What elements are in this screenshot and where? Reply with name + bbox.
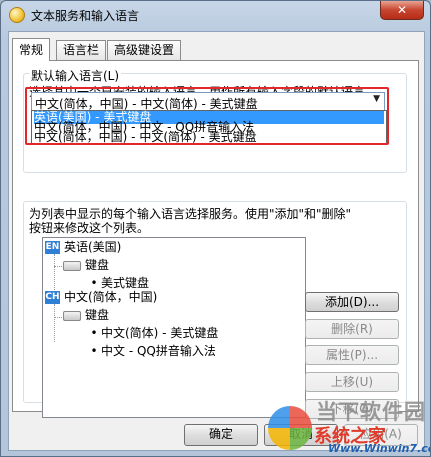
ch-badge-icon: CH — [45, 291, 60, 304]
close-button[interactable]: ✕ — [380, 1, 424, 20]
tab-advanced-key-settings[interactable]: 高级键设置 — [107, 40, 182, 60]
app-icon — [9, 7, 25, 23]
installed-services-tree[interactable]: EN 英语(美国) 键盘 • 美式键盘 CH 中文(简体，中国) 键盘 • 中文(简体)… — [42, 237, 306, 418]
tree-label: 中文 - QQ拼音输入法 — [101, 344, 216, 358]
properties-button[interactable]: 属性(P)... — [305, 345, 399, 365]
keyboard-icon — [63, 310, 81, 321]
tree-node-chinese-us-keyboard[interactable]: • 中文(简体) - 美式键盘 — [87, 324, 218, 342]
window-title: 文本服务和输入语言 — [31, 9, 140, 23]
description-line-1: 为列表中显示的每个输入语言选择服务。使用"添加"和"删除" — [29, 207, 352, 221]
tree-node-keyboard-1[interactable]: 键盘 — [63, 256, 109, 274]
en-badge-icon: EN — [45, 241, 60, 254]
tree-node-qq-pinyin[interactable]: • 中文 - QQ拼音输入法 — [87, 342, 216, 360]
tree-label: 键盘 — [85, 308, 110, 322]
highlight-callout-box — [25, 87, 389, 145]
tree-node-keyboard-2[interactable]: 键盘 — [63, 306, 109, 324]
dialog-window: 文本服务和输入语言 ✕ 常规 语言栏 高级键设置 默认输入语言(L) 选择其中一… — [0, 0, 431, 457]
description-line-2: 按钮来修改这个列表。 — [29, 221, 150, 235]
tab-language-bar[interactable]: 语言栏 — [56, 40, 107, 60]
tree-node-english-us[interactable]: EN 英语(美国) — [45, 238, 121, 256]
ok-button[interactable]: 确定 — [184, 424, 258, 446]
bullet-icon: • — [90, 326, 98, 340]
tree-label: 英语(美国) — [64, 240, 122, 254]
bullet-icon: • — [90, 344, 98, 358]
add-button[interactable]: 添加(D)... — [305, 292, 399, 312]
tree-node-chinese-simplified[interactable]: CH 中文(简体，中国) — [45, 288, 157, 306]
watermark-url: Www.Winwin7.com — [328, 442, 430, 455]
tree-label: 中文(简体，中国) — [64, 290, 158, 304]
move-up-button[interactable]: 上移(U) — [305, 372, 399, 392]
installed-services-description: 为列表中显示的每个输入语言选择服务。使用"添加"和"删除" 按钮来修改这个列表。 — [29, 207, 351, 235]
tree-label: 中文(简体) - 美式键盘 — [101, 326, 219, 340]
title-bar[interactable]: 文本服务和输入语言 ✕ — [1, 1, 430, 29]
keyboard-icon — [63, 260, 81, 271]
default-language-label: 默认输入语言(L) — [29, 67, 122, 84]
tab-general[interactable]: 常规 — [12, 38, 51, 61]
remove-button[interactable]: 删除(R) — [305, 319, 399, 339]
windows-logo-icon — [268, 406, 312, 450]
site-watermark: 当下软件园 系统之家 Www.Winwin7.com — [268, 394, 430, 456]
tree-label: 键盘 — [85, 258, 110, 272]
